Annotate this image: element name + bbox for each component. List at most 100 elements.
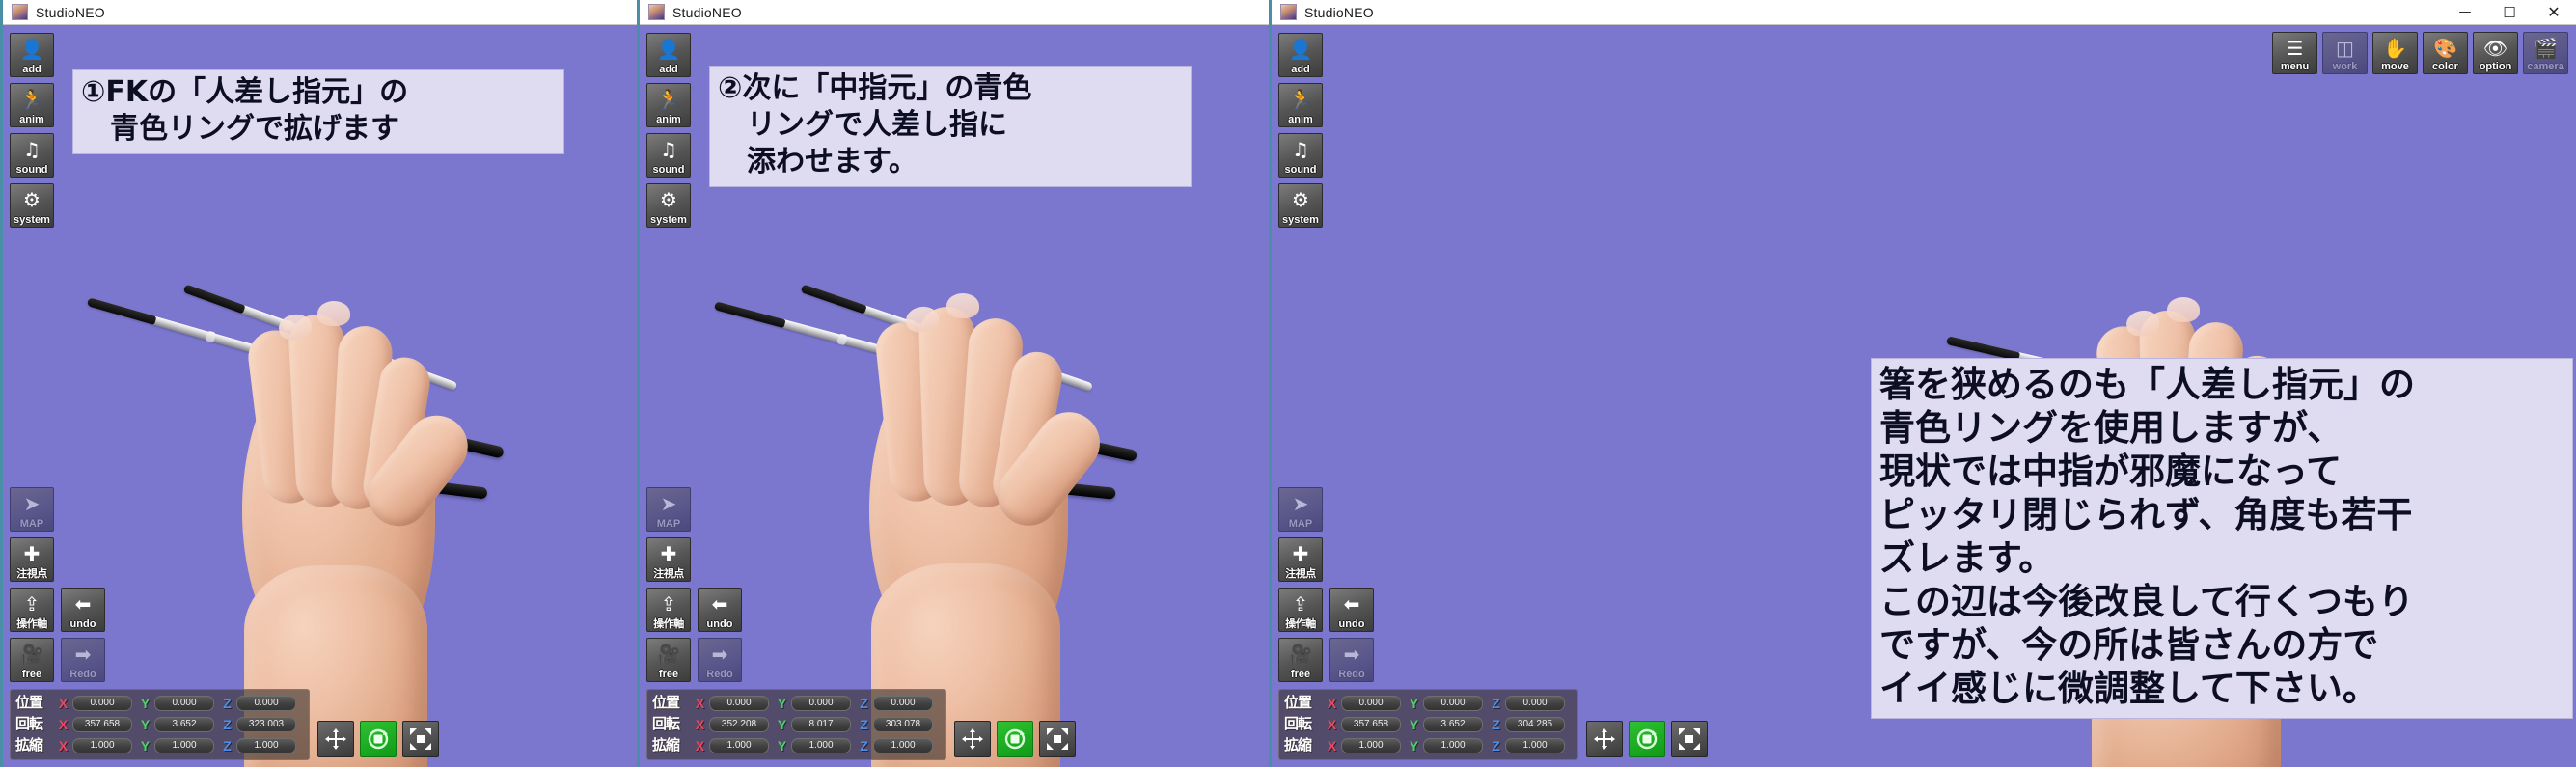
rotation-x-field[interactable]: 352.208 [709, 716, 769, 732]
transform-row-rotation: 回転 X 357.658 Y 3.652 Z 304.285 [1284, 715, 1571, 733]
scale-gizmo-button[interactable] [1039, 721, 1076, 757]
tool-add[interactable]: 👤 add [646, 33, 691, 77]
tool-redo[interactable]: ➡ Redo [61, 638, 105, 682]
close-button[interactable]: ✕ [2532, 0, 2576, 25]
toolbar-menu[interactable]: ☰ menu [2272, 32, 2317, 74]
undo-arrow-icon: ⬅ [1343, 592, 1360, 616]
tool-anim[interactable]: 🏃 anim [10, 83, 54, 127]
scale-z-field[interactable]: 1.000 [1505, 737, 1565, 753]
tool-sound[interactable]: ♫ sound [1278, 133, 1323, 178]
rotate-gizmo-button[interactable] [1629, 721, 1665, 757]
tool-system[interactable]: ⚙ system [646, 183, 691, 228]
position-z-field[interactable]: 0.000 [1505, 695, 1565, 711]
rotation-y-field[interactable]: 8.017 [791, 716, 851, 732]
rotation-x-field[interactable]: 357.658 [72, 716, 132, 732]
tool-axis[interactable]: ⇪ 操作軸 [10, 588, 54, 632]
tool-free-camera[interactable]: 🎥 free [1278, 638, 1323, 682]
tool-redo[interactable]: ➡ Redo [1329, 638, 1374, 682]
scale-gizmo-button[interactable] [1671, 721, 1708, 757]
redo-arrow-icon: ➡ [74, 643, 92, 666]
person-add-icon: 👤 [656, 38, 681, 61]
position-y-field[interactable]: 0.000 [1423, 695, 1483, 711]
hand-move-icon: ✋ [2383, 37, 2407, 60]
move-gizmo-button[interactable] [954, 721, 991, 757]
tool-add[interactable]: 👤 add [1278, 33, 1323, 77]
rotate-gizmo-button[interactable] [997, 721, 1033, 757]
minimize-button[interactable]: — [2443, 0, 2487, 25]
tool-system[interactable]: ⚙ system [1278, 183, 1323, 228]
tool-axis[interactable]: ⇪ 操作軸 [646, 588, 691, 632]
move-gizmo-button[interactable] [1586, 721, 1623, 757]
transform-panel-3: 位置 X 0.000 Y 0.000 Z 0.000 回転 X 357.658 … [1278, 689, 1708, 760]
tool-add[interactable]: 👤 add [10, 33, 54, 77]
crosshair-icon: ✚ [1292, 542, 1309, 565]
tool-focus-point[interactable]: ✚ 注視点 [1278, 537, 1323, 582]
transform-fields: 位置 X 0.000 Y 0.000 Z 0.000 回転 X 352.208 … [646, 689, 946, 760]
rotation-z-field[interactable]: 304.285 [1505, 716, 1565, 732]
rotation-y-field[interactable]: 3.652 [154, 716, 214, 732]
tool-free-camera[interactable]: 🎥 free [646, 638, 691, 682]
tool-map[interactable]: ➤ MAP [646, 487, 691, 532]
position-y-field[interactable]: 0.000 [154, 695, 214, 711]
toolbar-color[interactable]: 🎨 color [2423, 32, 2468, 74]
axis-z-label: Z [223, 695, 232, 711]
scale-x-field[interactable]: 1.000 [72, 737, 132, 753]
map-arrow-icon: ➤ [23, 492, 41, 515]
row-label: 位置 [652, 695, 680, 711]
scale-y-field[interactable]: 1.000 [154, 737, 214, 753]
position-x-field[interactable]: 0.000 [72, 695, 132, 711]
scale-x-field[interactable]: 1.000 [1341, 737, 1401, 753]
tool-anim[interactable]: 🏃 anim [646, 83, 691, 127]
window-title: StudioNEO [1304, 4, 1374, 20]
row-label: 拡縮 [15, 737, 43, 753]
rotation-y-field[interactable]: 3.652 [1423, 716, 1483, 732]
position-x-field[interactable]: 0.000 [1341, 695, 1401, 711]
top-toolbar: ☰ menu ◫ work ✋ move 🎨 color 👁 option 🎬 … [2272, 32, 2568, 74]
viewport-3[interactable]: 👤 add 🏃 anim ♫ sound ⚙ system ☰ menu ◫ w… [1272, 25, 2576, 767]
music-note-icon: ♫ [23, 138, 41, 161]
tool-focus-point[interactable]: ✚ 注視点 [646, 537, 691, 582]
maximize-button[interactable]: ☐ [2487, 0, 2532, 25]
axis-y-label: Y [777, 716, 787, 732]
scale-y-field[interactable]: 1.000 [791, 737, 851, 753]
scale-y-field[interactable]: 1.000 [1423, 737, 1483, 753]
tool-focus-point[interactable]: ✚ 注視点 [10, 537, 54, 582]
axis-z-label: Z [860, 716, 868, 732]
tool-undo[interactable]: ⬅ undo [698, 588, 742, 632]
scale-z-field[interactable]: 1.000 [873, 737, 933, 753]
tool-undo[interactable]: ⬅ undo [61, 588, 105, 632]
tool-map[interactable]: ➤ MAP [1278, 487, 1323, 532]
tool-sound[interactable]: ♫ sound [646, 133, 691, 178]
scale-gizmo-button[interactable] [402, 721, 439, 757]
tool-axis[interactable]: ⇪ 操作軸 [1278, 588, 1323, 632]
tool-undo[interactable]: ⬅ undo [1329, 588, 1374, 632]
viewport-2[interactable]: 👤 add 🏃 anim ♫ sound ⚙ system ➤ MAP ✚ 注視… [640, 25, 1269, 767]
rotate-gizmo-button[interactable] [360, 721, 397, 757]
tool-system[interactable]: ⚙ system [10, 183, 54, 228]
scale-x-field[interactable]: 1.000 [709, 737, 769, 753]
rotation-x-field[interactable]: 357.658 [1341, 716, 1401, 732]
move-gizmo-button[interactable] [317, 721, 354, 757]
tool-label: 注視点 [16, 568, 47, 580]
tool-sound[interactable]: ♫ sound [10, 133, 54, 178]
toolbar-option[interactable]: 👁 option [2473, 32, 2518, 74]
position-y-field[interactable]: 0.000 [791, 695, 851, 711]
map-arrow-icon: ➤ [660, 492, 677, 515]
tool-label: undo [69, 618, 96, 630]
scale-z-field[interactable]: 1.000 [236, 737, 296, 753]
tool-redo[interactable]: ➡ Redo [698, 638, 742, 682]
position-z-field[interactable]: 0.000 [236, 695, 296, 711]
tool-anim[interactable]: 🏃 anim [1278, 83, 1323, 127]
music-note-icon: ♫ [660, 138, 677, 161]
workspace-icon: ◫ [2336, 37, 2354, 60]
toolbar-work[interactable]: ◫ work [2322, 32, 2368, 74]
toolbar-camera[interactable]: 🎬 camera [2523, 32, 2568, 74]
position-x-field[interactable]: 0.000 [709, 695, 769, 711]
viewport-1[interactable]: 👤 add 🏃 anim ♫ sound ⚙ system ➤ MAP ✚ 注視… [3, 25, 637, 767]
position-z-field[interactable]: 0.000 [873, 695, 933, 711]
rotation-z-field[interactable]: 303.078 [873, 716, 933, 732]
rotation-z-field[interactable]: 323.003 [236, 716, 296, 732]
tool-free-camera[interactable]: 🎥 free [10, 638, 54, 682]
toolbar-move[interactable]: ✋ move [2372, 32, 2418, 74]
tool-map[interactable]: ➤ MAP [10, 487, 54, 532]
